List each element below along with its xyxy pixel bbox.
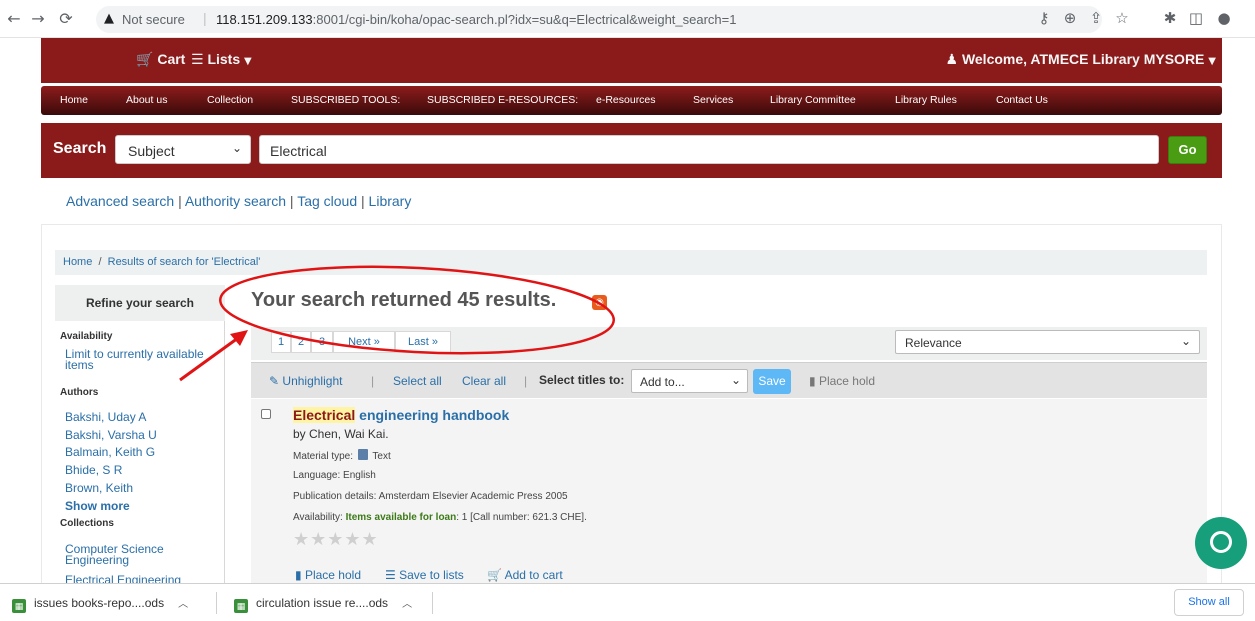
downloads-bar: ▦ issues books-repo....ods ︿ ▦ circulation … xyxy=(0,583,1255,621)
download-item[interactable]: ▦ issues books-repo....ods ︿ xyxy=(12,595,188,613)
chevron-up-icon[interactable]: ︿ xyxy=(178,599,188,610)
spreadsheet-icon: ▦ xyxy=(234,599,248,613)
download-filename: issues books-repo....ods xyxy=(34,596,165,610)
download-item[interactable]: ▦ circulation issue re....ods ︿ xyxy=(234,595,412,613)
annotation-overlay xyxy=(179,265,615,382)
chevron-up-icon[interactable]: ︿ xyxy=(402,599,412,610)
spreadsheet-icon: ▦ xyxy=(12,599,26,613)
show-all-button[interactable]: Show all xyxy=(1174,589,1244,616)
annotation-ellipse xyxy=(219,265,615,355)
download-separator xyxy=(432,592,433,614)
download-filename: circulation issue re....ods xyxy=(256,596,389,610)
annotation-arrow-line xyxy=(179,336,239,382)
download-separator xyxy=(216,592,217,614)
